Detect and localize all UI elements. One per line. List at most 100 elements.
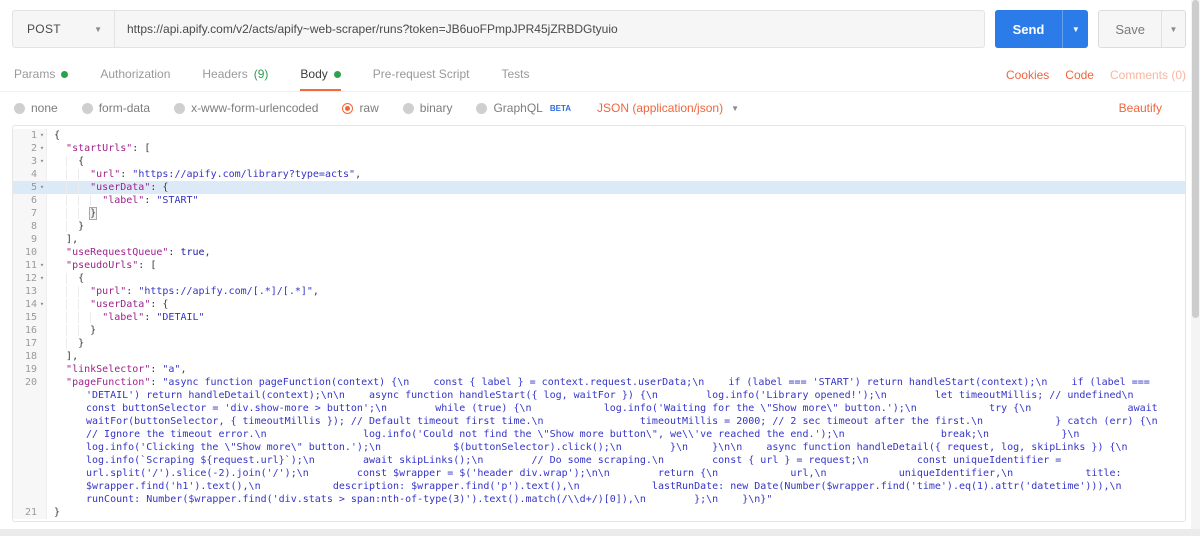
body-type-raw[interactable]: raw xyxy=(342,101,379,115)
token: , xyxy=(312,286,319,297)
radio-icon xyxy=(81,102,93,114)
tab-authorization[interactable]: Authorization xyxy=(100,59,170,91)
fold-caret-icon[interactable]: ▾ xyxy=(37,142,47,155)
code-text[interactable]: { xyxy=(47,155,1185,168)
content-type-select[interactable]: JSON (application/json) ▼ xyxy=(597,101,739,115)
code-text[interactable]: "pseudoUrls": [ xyxy=(47,259,1185,272)
code-text[interactable]: "label": "DETAIL" xyxy=(47,311,1185,324)
tab-params[interactable]: Params xyxy=(14,59,69,91)
body-type-binary[interactable]: binary xyxy=(402,101,452,115)
token: "purl" xyxy=(90,286,127,297)
token: ], xyxy=(66,234,79,245)
cookies-link[interactable]: Cookies xyxy=(1006,68,1049,82)
token: "https://apify.com/[.*]/[.*]" xyxy=(138,286,313,297)
token: } xyxy=(90,325,97,336)
send-button[interactable]: Send xyxy=(994,10,1063,48)
send-options-caret[interactable]: ▼ xyxy=(1062,10,1088,48)
vertical-scrollbar[interactable] xyxy=(1191,0,1200,529)
line-gutter: 9 xyxy=(13,233,47,246)
code-text[interactable]: { xyxy=(47,129,1185,142)
method-select[interactable]: POST ▼ xyxy=(13,11,115,47)
token: "label" xyxy=(102,312,145,323)
body-type-form-data[interactable]: form-data xyxy=(81,101,150,115)
token: "startUrls" xyxy=(66,143,133,154)
body-type-row: none form-data x-www-form-urlencoded raw bin… xyxy=(0,92,1200,123)
code-line-12: 12 ▾ { xyxy=(13,272,1185,285)
code-line-10: 10 "useRequestQueue": true, xyxy=(13,246,1185,259)
save-button[interactable]: Save xyxy=(1099,11,1161,47)
vertical-scrollbar-thumb[interactable] xyxy=(1192,0,1199,318)
code-text[interactable]: "linkSelector": "a", xyxy=(47,363,1185,376)
url-input[interactable] xyxy=(115,11,984,47)
token: : xyxy=(120,169,133,180)
request-bar: POST ▼ Send ▼ Save ▼ xyxy=(0,0,1200,48)
body-type-x-www-form-urlencoded[interactable]: x-www-form-urlencoded xyxy=(174,101,318,115)
line-number: 10 xyxy=(24,247,37,258)
tab-tests[interactable]: Tests xyxy=(501,59,529,91)
code-text[interactable]: } xyxy=(47,324,1185,337)
token: true xyxy=(180,247,205,258)
token: "userData" xyxy=(90,182,151,193)
fold-caret-icon[interactable]: ▾ xyxy=(37,129,47,142)
tab-body[interactable]: Body xyxy=(300,59,341,91)
line-gutter: 6 xyxy=(13,194,47,207)
code-link[interactable]: Code xyxy=(1065,68,1094,82)
line-gutter: 15 xyxy=(13,311,47,324)
code-text[interactable]: ], xyxy=(47,233,1185,246)
line-gutter: 13 xyxy=(13,285,47,298)
code-text[interactable]: "userData": { xyxy=(47,181,1185,194)
code-text[interactable]: "purl": "https://apify.com/[.*]/[.*]", xyxy=(47,285,1185,298)
code-line-17: 17 } xyxy=(13,337,1185,350)
code-text[interactable]: } xyxy=(47,207,1185,220)
horizontal-scrollbar[interactable] xyxy=(0,529,1200,536)
chevron-down-icon: ▼ xyxy=(1169,24,1178,34)
body-type-none[interactable]: none xyxy=(14,101,58,115)
line-number: 12 xyxy=(24,273,37,284)
token: : xyxy=(150,364,163,375)
fold-caret-icon[interactable]: ▾ xyxy=(37,259,47,272)
code-text[interactable]: "label": "START" xyxy=(47,194,1185,207)
line-number: 17 xyxy=(24,338,37,349)
code-text[interactable]: "pageFunction": "async function pageFunc… xyxy=(47,376,1185,506)
code-text[interactable]: "url": "https://apify.com/library?type=a… xyxy=(47,168,1185,181)
code-line-8: 8 } xyxy=(13,220,1185,233)
green-dot-icon xyxy=(61,70,69,78)
fold-caret-icon[interactable]: ▾ xyxy=(37,272,47,285)
code-text[interactable]: "useRequestQueue": true, xyxy=(47,246,1185,259)
code-text[interactable]: } xyxy=(47,220,1185,233)
fold-caret-icon[interactable]: ▾ xyxy=(37,181,47,194)
body-type-graphql[interactable]: GraphQL BETA xyxy=(476,101,571,115)
token: : xyxy=(144,195,157,206)
line-gutter: 3 ▾ xyxy=(13,155,47,168)
code-text[interactable]: "startUrls": [ xyxy=(47,142,1185,155)
fold-caret-icon[interactable]: ▾ xyxy=(37,298,47,311)
code-text[interactable]: ], xyxy=(47,350,1185,363)
tab-pre-request-script[interactable]: Pre-request Script xyxy=(373,59,470,91)
code-text[interactable]: } xyxy=(47,337,1185,350)
token: "pageFunction" xyxy=(66,377,151,388)
code-text[interactable]: } xyxy=(47,506,1185,519)
beautify-link[interactable]: Beautify xyxy=(1119,101,1162,115)
code-text[interactable]: "userData": { xyxy=(47,298,1185,311)
fold-caret-icon[interactable]: ▾ xyxy=(37,155,47,168)
tab-headers[interactable]: Headers (9) xyxy=(202,59,268,91)
code-line-2: 2 ▾ "startUrls": [ xyxy=(13,142,1185,155)
code-text[interactable]: { xyxy=(47,272,1185,285)
radio-icon xyxy=(476,102,488,114)
raw-body-editor[interactable]: 1 ▾{2 ▾ "startUrls": [3 ▾ {4 "url": "https:… xyxy=(12,125,1186,522)
code-line-20: 20 "pageFunction": "async function pageF… xyxy=(13,376,1185,506)
tab-label: Pre-request Script xyxy=(372,67,470,81)
comments-0-link[interactable]: Comments (0) xyxy=(1110,68,1186,82)
token: } xyxy=(78,221,85,232)
save-options-caret[interactable]: ▼ xyxy=(1161,11,1185,47)
